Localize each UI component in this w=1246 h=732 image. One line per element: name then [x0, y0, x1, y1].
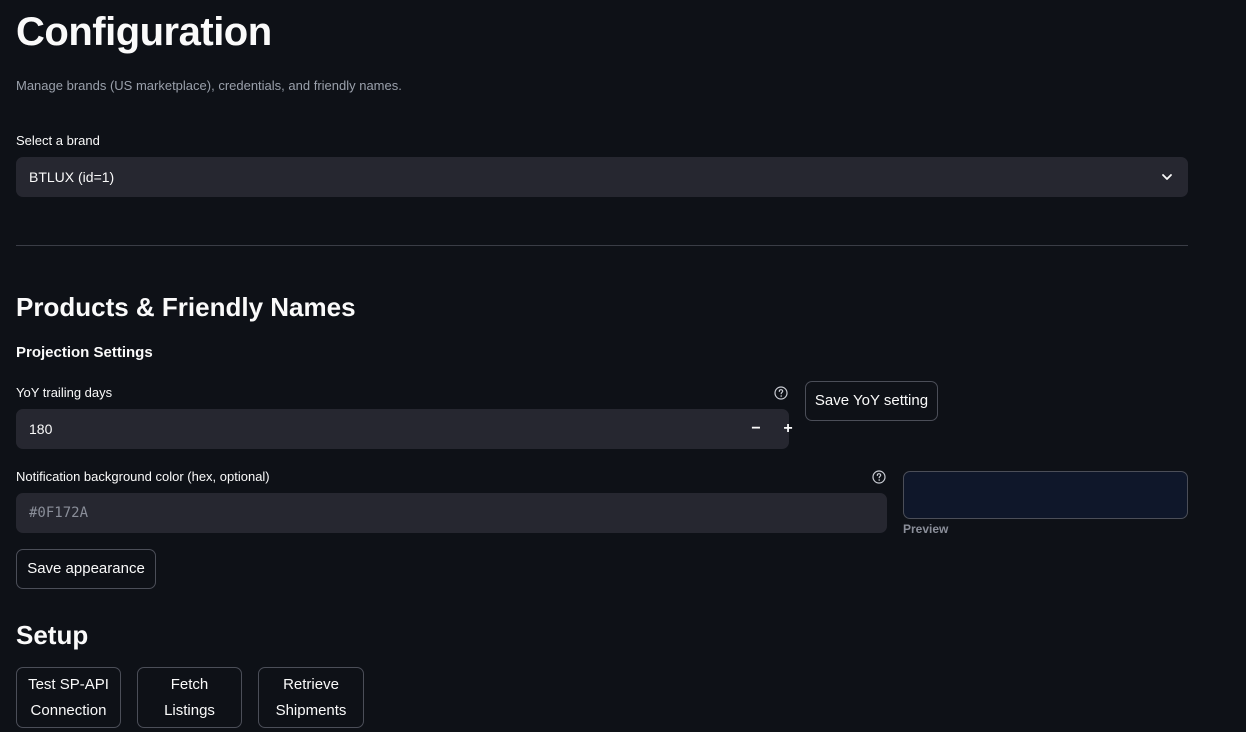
projection-settings-heading: Projection Settings [16, 344, 153, 361]
notification-color-label: Notification background color (hex, opti… [16, 469, 270, 484]
save-appearance-button[interactable]: Save appearance [16, 549, 156, 589]
notification-color-placeholder: #0F172A [29, 505, 89, 521]
test-sp-api-connection-button[interactable]: Test SP-API Connection [16, 667, 121, 728]
button-label-line: Retrieve [283, 675, 339, 693]
help-icon[interactable] [872, 470, 886, 484]
brand-select-label: Select a brand [16, 133, 100, 148]
preview-label: Preview [903, 522, 949, 536]
button-label-line: Listings [164, 701, 215, 719]
brand-select-value: BTLUX (id=1) [29, 169, 115, 185]
yoy-trailing-days-label: YoY trailing days [16, 385, 113, 400]
setup-section-heading: Setup [16, 620, 89, 650]
yoy-trailing-days-value: 180 [29, 421, 53, 437]
yoy-trailing-days-input[interactable]: 180 − + [16, 409, 793, 449]
button-label-line: Shipments [275, 701, 347, 719]
button-label-line: Connection [30, 701, 107, 719]
brand-select[interactable]: BTLUX (id=1) [16, 157, 1188, 197]
save-yoy-setting-button[interactable]: Save YoY setting [805, 381, 938, 421]
chevron-down-icon [1162, 174, 1172, 180]
configuration-page: Configuration Manage brands (US marketpl… [0, 0, 1246, 732]
fetch-listings-button[interactable]: Fetch Listings [137, 667, 242, 728]
button-label-line: Fetch [170, 675, 209, 693]
notification-color-input[interactable]: #0F172A [16, 493, 887, 533]
retrieve-shipments-button[interactable]: Retrieve Shipments [258, 667, 364, 728]
page-title: Configuration [16, 10, 272, 54]
help-icon[interactable] [774, 386, 788, 400]
increment-button[interactable]: + [776, 417, 800, 441]
color-preview-swatch [903, 471, 1188, 519]
page-subtitle: Manage brands (US marketplace), credenti… [16, 78, 402, 93]
products-section-heading: Products & Friendly Names [16, 292, 356, 322]
button-label-line: Test SP-API [28, 675, 109, 693]
section-divider [16, 245, 1188, 246]
decrement-button[interactable]: − [744, 417, 768, 441]
